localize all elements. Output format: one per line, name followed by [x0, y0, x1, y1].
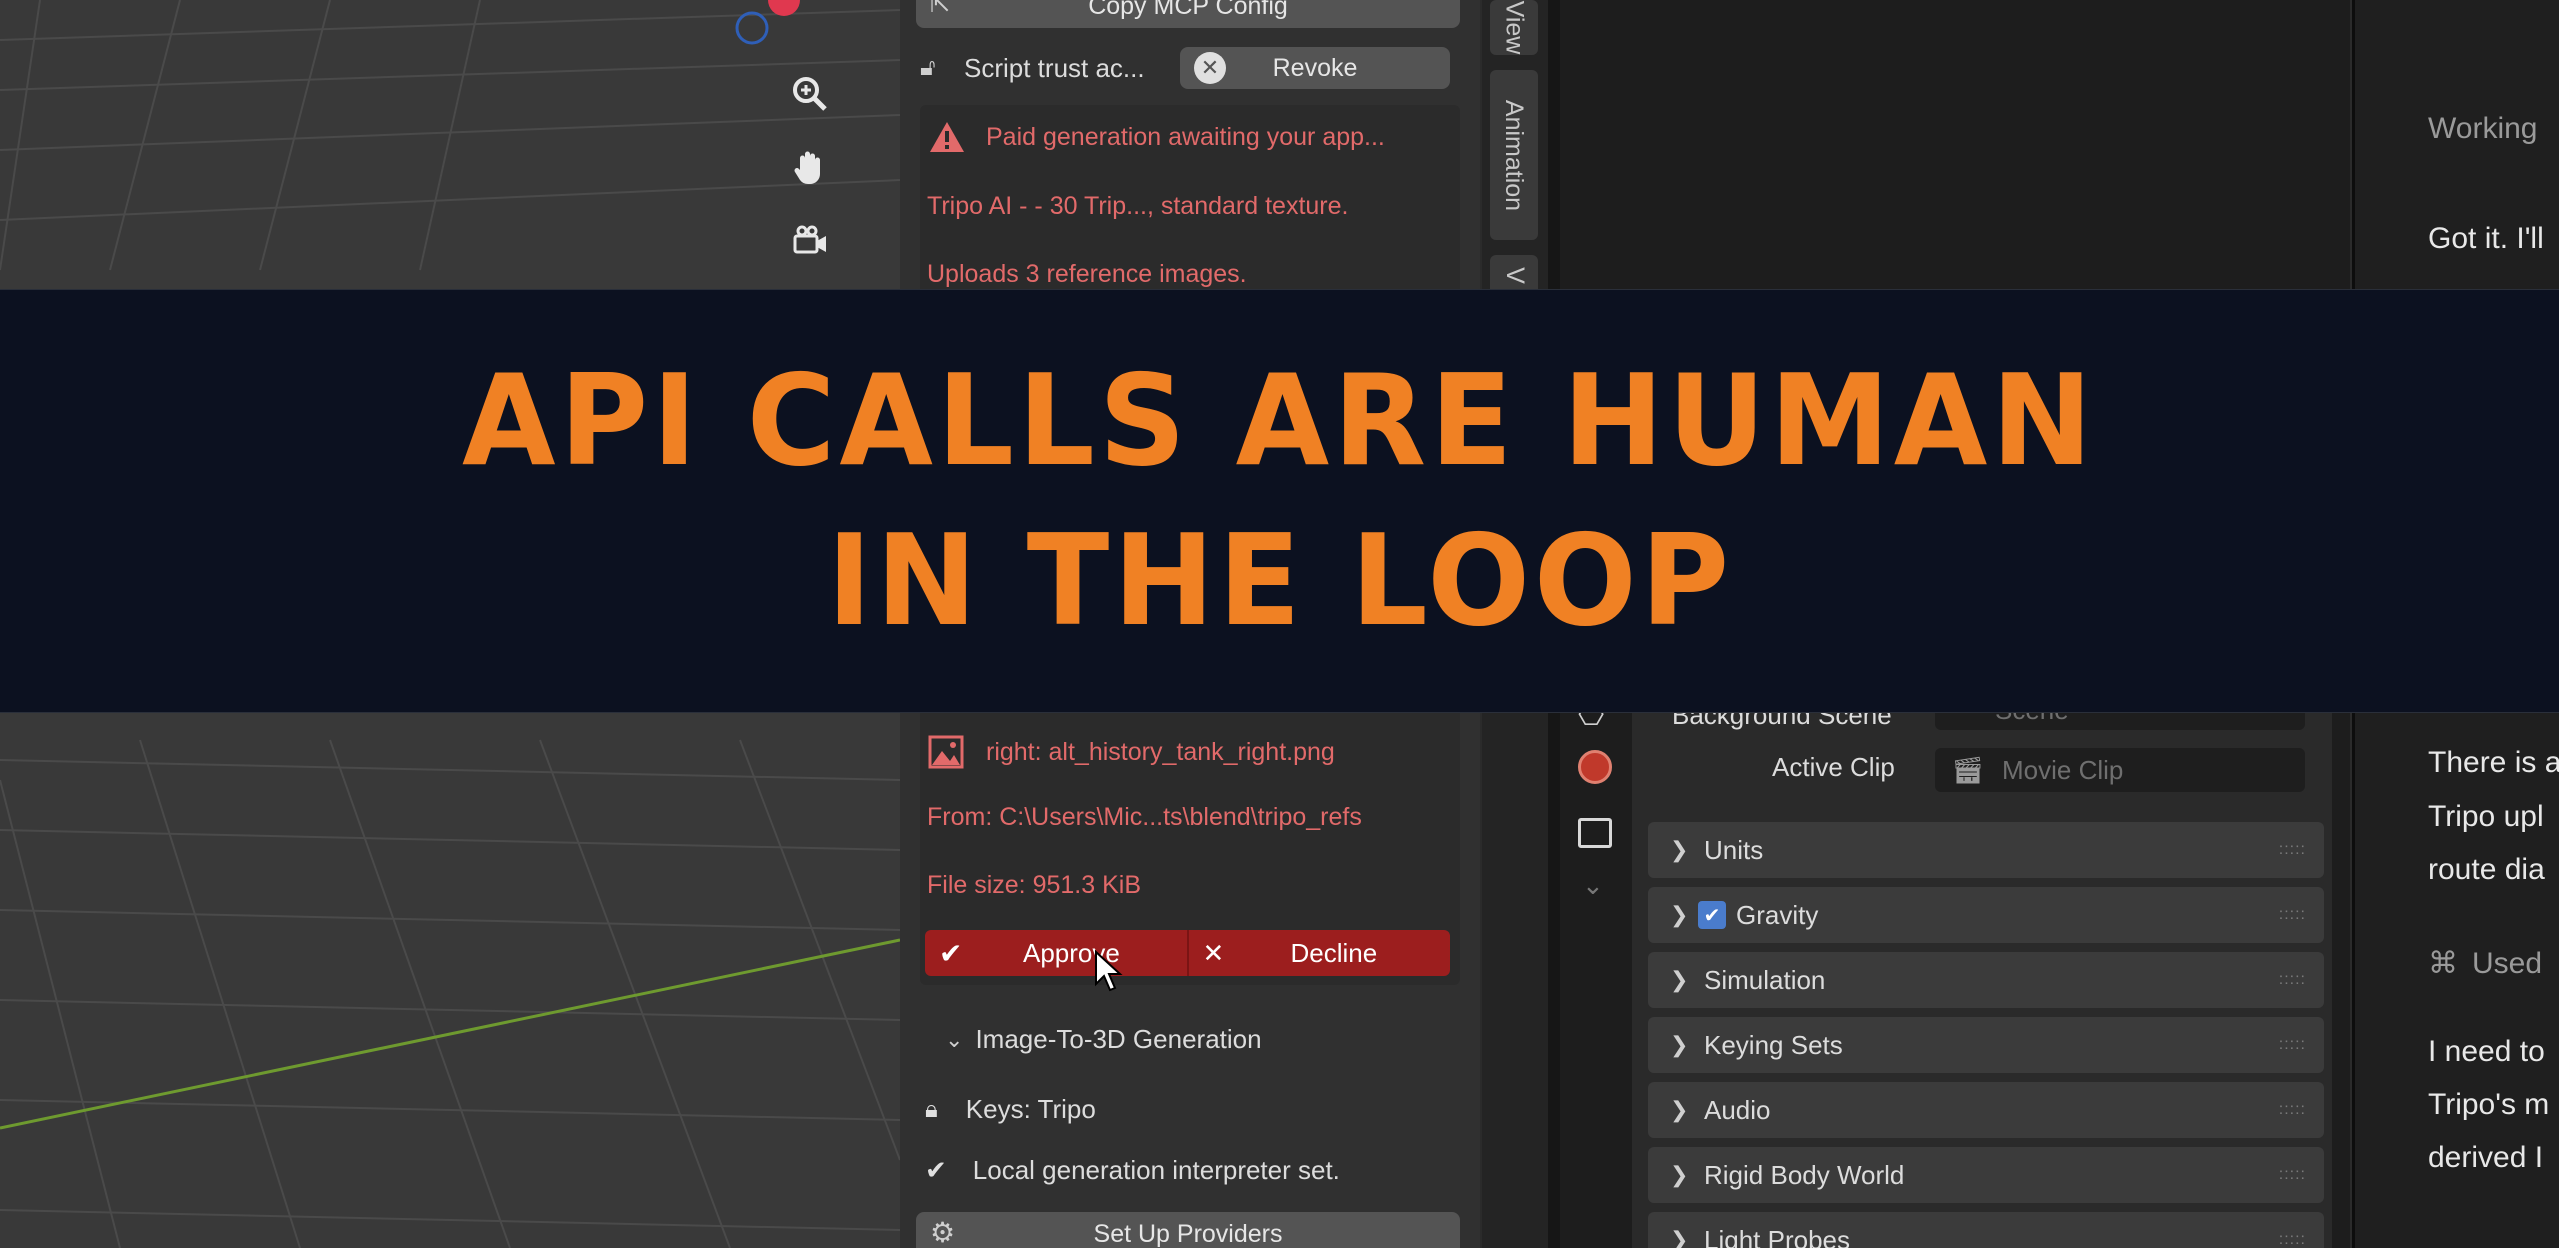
keys-row: 🔒︎ Keys: Tripo [925, 1094, 1096, 1124]
copy-icon: ⇱ [930, 0, 951, 18]
from-path: From: C:\Users\Mic...ts\blend\tripo_refs [927, 803, 1362, 831]
tab-view[interactable]: View [1490, 0, 1538, 55]
chevron-right-icon: ❯ [1670, 1032, 1689, 1057]
panel-keying-sets[interactable]: ❯ Keying Sets::::: [1648, 1017, 2324, 1073]
axis-gizmo-y [735, 11, 769, 45]
script-trust-row: 🔓︎ Script trust ac... ✕ Revoke [920, 46, 1460, 90]
local-generation-row: ✔ Local generation interpreter set. [925, 1155, 1340, 1185]
file-size: File size: 951.3 KiB [927, 871, 1141, 899]
banner-title-line-1: API CALLS ARE HUMAN [462, 347, 2097, 494]
check-icon: ✔ [925, 1155, 947, 1185]
section-image-to-3d[interactable]: ⌄ Image-To-3D Generation [945, 1024, 1262, 1055]
uploads-line: Uploads 3 reference images. [927, 260, 1247, 288]
chevron-right-icon: ❯ [1670, 837, 1689, 862]
chevron-right-icon: ❯ [1670, 1097, 1689, 1122]
world-tab-icon[interactable] [1578, 750, 1612, 784]
chevron-right-icon: ❯ [1670, 902, 1689, 927]
check-icon: ✔ [939, 937, 963, 969]
gravity-checkbox[interactable]: ✔ [1698, 901, 1726, 929]
banner-title-line-2: IN THE LOOP [826, 507, 1733, 654]
chat-message: Got it. I'll [2428, 222, 2544, 255]
approve-decline-bar: ✔ Approve ✕ Decline [925, 930, 1450, 976]
warning-row: Paid generation awaiting your app... [928, 120, 1385, 154]
chat-message: route dia [2428, 853, 2545, 886]
collection-tab-icon[interactable] [1578, 818, 1612, 848]
pan-hand-icon[interactable] [790, 148, 848, 206]
panel-simulation[interactable]: ❯ Simulation::::: [1648, 952, 2324, 1008]
working-status: Working [2428, 112, 2538, 145]
title-banner: API CALLS ARE HUMAN IN THE LOOP [0, 289, 2559, 713]
close-icon: ✕ [1202, 937, 1225, 968]
clapperboard-icon: 🎬︎ [1951, 754, 1985, 785]
chat-message: I need to [2428, 1035, 2545, 1068]
copy-mcp-config-button[interactable]: ⇱ Copy MCP Config [916, 0, 1460, 28]
panel-audio[interactable]: ❯ Audio::::: [1648, 1082, 2324, 1138]
tab-animation[interactable]: Animation [1490, 70, 1538, 240]
revoke-button[interactable]: ✕ Revoke [1180, 47, 1450, 89]
panel-rigid-body-world[interactable]: ❯ Rigid Body World::::: [1648, 1147, 2324, 1203]
panel-gravity[interactable]: ❯ ✔ Gravity::::: [1648, 887, 2324, 943]
x-axis-line [0, 938, 900, 1130]
camera-icon[interactable] [790, 222, 848, 280]
close-circle-icon: ✕ [1194, 52, 1226, 84]
panel-units[interactable]: ❯ Units::::: [1648, 822, 2324, 878]
chat-message: Tripo upl [2428, 800, 2544, 833]
generation-detail: Tripo AI - - 30 Trip..., standard textur… [927, 192, 1349, 220]
tool-icon: ⌘ [2428, 947, 2458, 980]
set-up-providers-button[interactable]: ⚙ Set Up Providers [916, 1212, 1460, 1248]
decline-button[interactable]: ✕ Decline [1189, 930, 1451, 976]
chat-message: There is a [2428, 746, 2559, 779]
chat-message: derived I [2428, 1141, 2544, 1174]
active-clip-field[interactable]: 🎬︎ Movie Clip [1935, 748, 2305, 792]
chevron-right-icon: ❯ [1670, 1227, 1689, 1248]
chevron-down-icon: ⌄ [945, 1026, 964, 1052]
unlock-icon: 🔓︎ [920, 54, 936, 81]
properties-tab-column: ⎔ ⌄ [1560, 690, 1630, 1248]
panel-light-probes[interactable]: ❯ Light Probes::::: [1648, 1212, 2324, 1248]
zoom-icon[interactable] [790, 74, 848, 132]
reference-file-row: right: alt_history_tank_right.png [928, 735, 1335, 769]
chat-message: Tripo's m [2428, 1088, 2550, 1121]
warning-icon [930, 122, 964, 152]
chevron-right-icon: ❯ [1670, 967, 1689, 992]
tool-used-line: ⌘ Used [2428, 947, 2543, 980]
mouse-cursor-icon [1095, 950, 1123, 992]
chevron-down-icon[interactable]: ⌄ [1582, 870, 1604, 901]
chevron-right-icon: ❯ [1670, 1162, 1689, 1187]
active-clip-label: Active Clip [1772, 752, 1895, 782]
approve-button[interactable]: ✔ Approve [925, 930, 1187, 976]
lock-icon: 🔒︎ [925, 1095, 938, 1123]
image-icon [928, 735, 964, 769]
gear-icon: ⚙ [930, 1217, 956, 1248]
